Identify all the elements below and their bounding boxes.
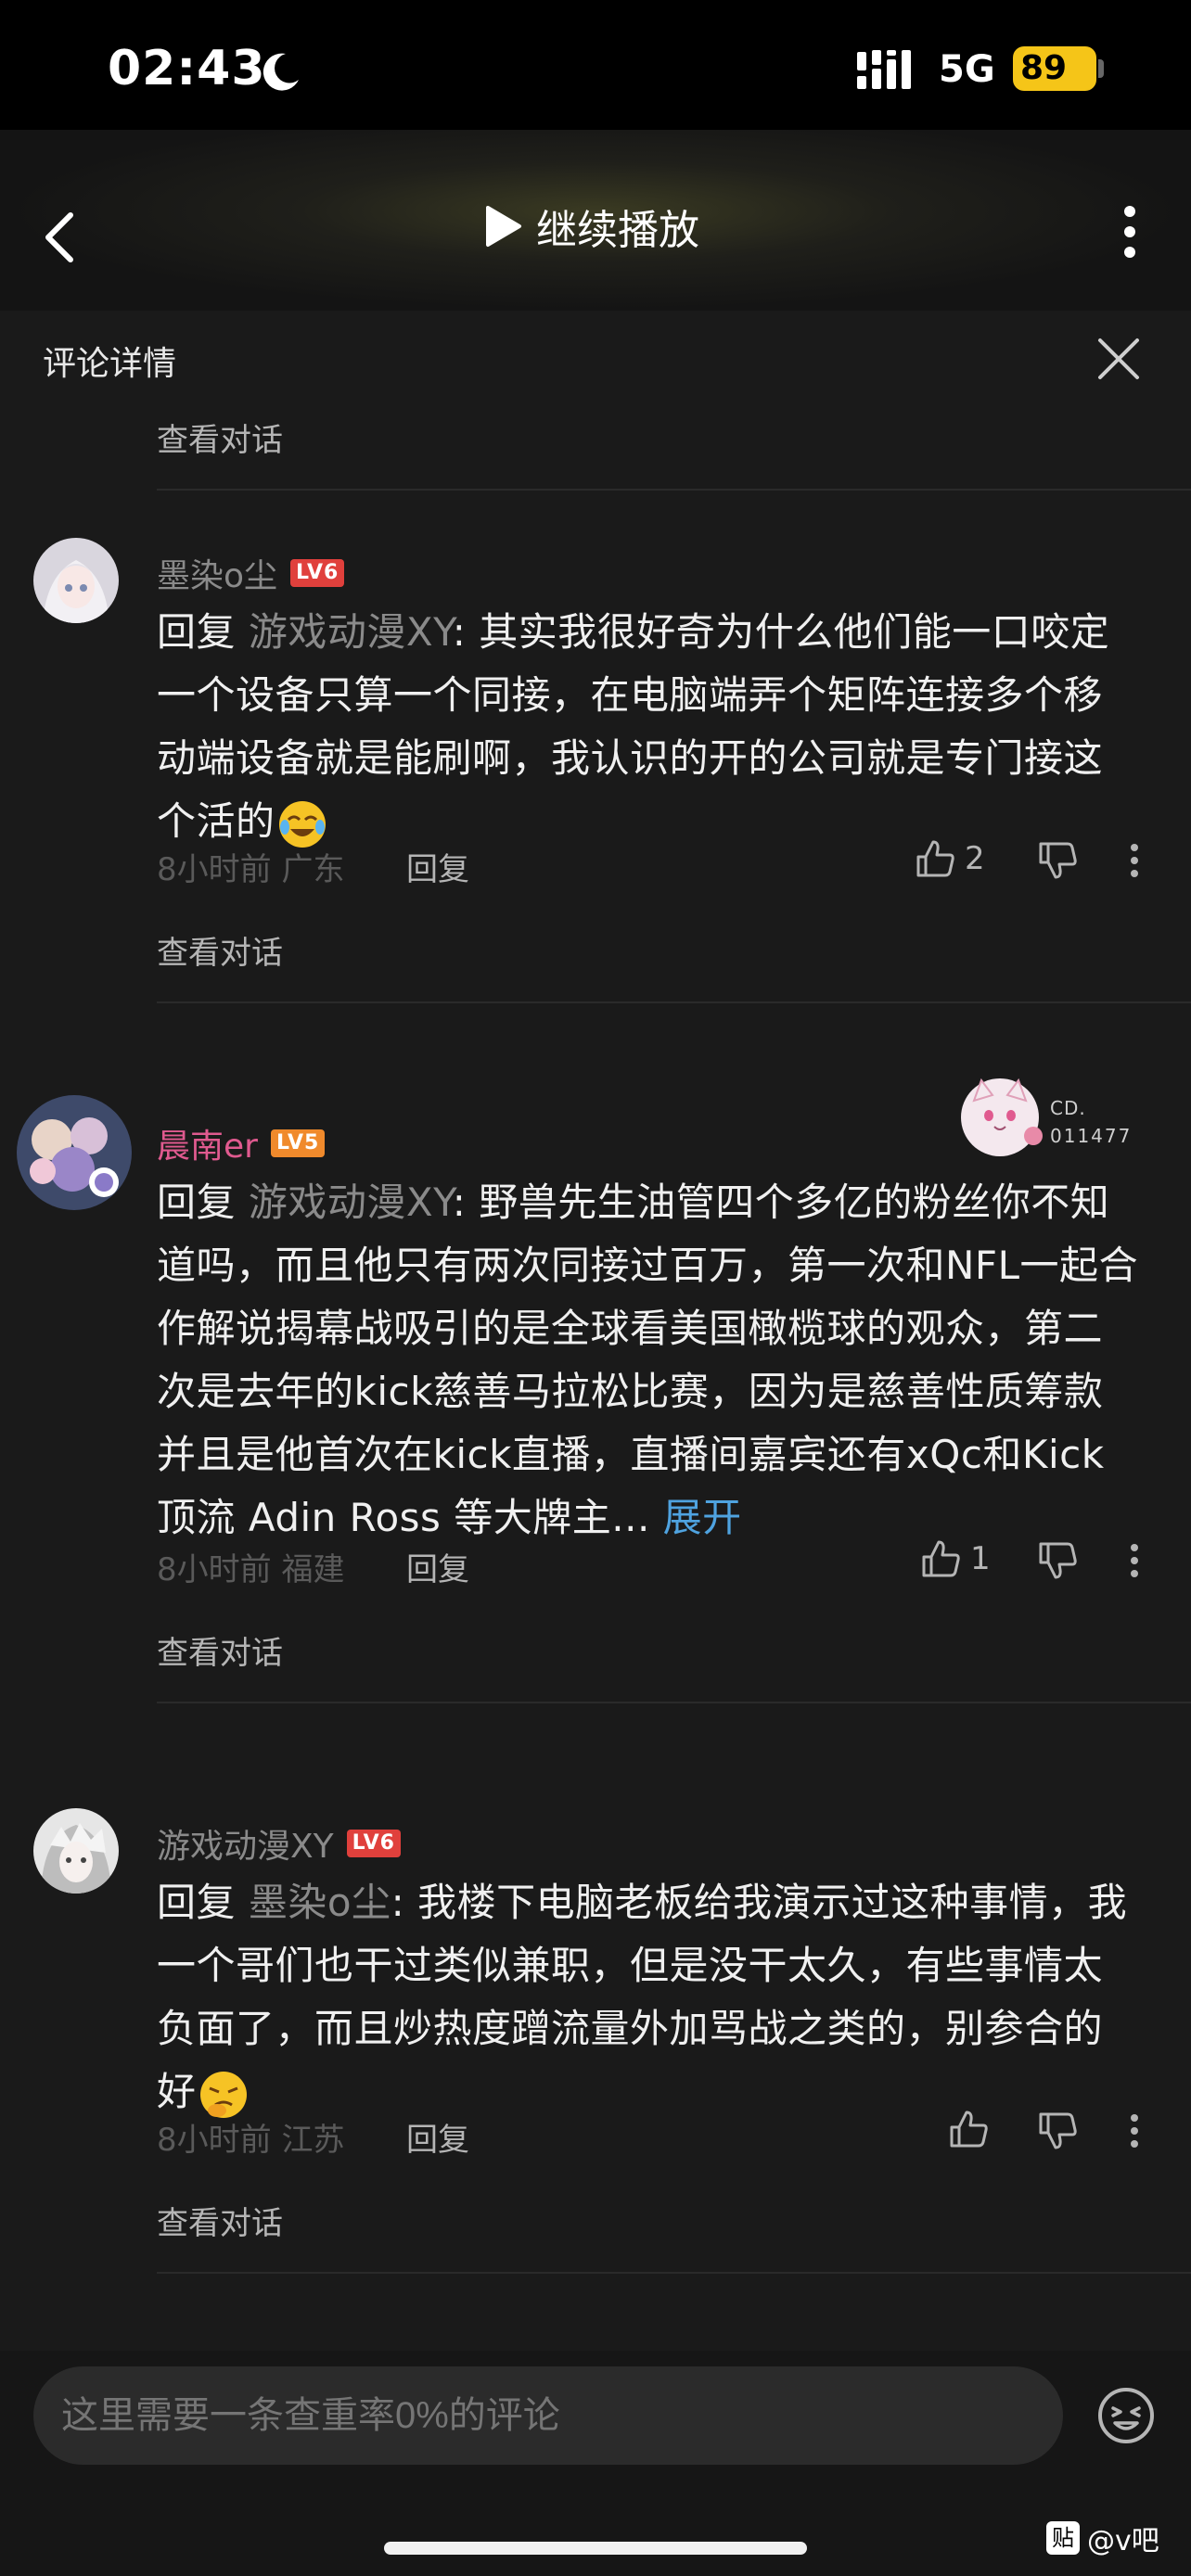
avatar-image	[17, 1095, 132, 1210]
divider	[157, 489, 1191, 491]
badge-number: 011477	[1050, 1125, 1133, 1147]
thumbs-up-icon	[916, 840, 954, 877]
like-button[interactable]	[948, 2109, 998, 2149]
network-type: 5G	[939, 48, 995, 91]
mention-link[interactable]: 墨染o尘	[249, 1880, 391, 1925]
comment-body: 回复 游戏动漫XY: 野兽先生油管四个多亿的粉丝你不知道吗，而且他只有两次同接过…	[157, 1171, 1140, 1549]
emoji-picker-icon[interactable]	[1096, 2386, 1156, 2445]
comment-input[interactable]	[33, 2366, 1063, 2465]
panel-header: 评论详情	[0, 311, 1191, 403]
comment-time: 8小时前	[157, 2122, 272, 2159]
comment-username[interactable]: 晨南er LV5	[157, 1119, 326, 1167]
reply-prefix: 回复	[157, 1880, 249, 1925]
back-icon[interactable]	[37, 204, 82, 271]
reply-prefix: 回复	[157, 609, 249, 655]
status-time: 02:43	[108, 41, 266, 96]
avatar-image	[33, 538, 119, 623]
comment-more-icon[interactable]	[1122, 1542, 1146, 1579]
level-badge: LV6	[346, 1830, 401, 1857]
thumbs-down-icon[interactable]	[1037, 1540, 1078, 1581]
watermark: 贴 @v吧	[1046, 2518, 1159, 2558]
level-badge: LV6	[290, 559, 345, 587]
expand-link[interactable]: 展开	[663, 1495, 742, 1540]
close-icon[interactable]	[1095, 335, 1143, 383]
comment-username[interactable]: 游戏动漫XY LV6	[157, 1819, 401, 1868]
continue-play-label: 继续播放	[536, 207, 699, 254]
like-count: 1	[970, 1540, 991, 1577]
more-options-icon[interactable]	[1109, 198, 1150, 265]
comment-detail-panel: 评论详情 查看对话 墨染o尘 LV6 回复 游戏动漫XY: 其实我很好奇为什么他…	[0, 311, 1191, 2351]
avatar-image	[33, 1808, 119, 1894]
comment-time: 8小时前	[157, 851, 272, 888]
watermark-text: @v吧	[1087, 2525, 1159, 2557]
level-badge: LV5	[270, 1129, 326, 1157]
view-dialog-link[interactable]: 查看对话	[157, 414, 283, 460]
moon-icon	[263, 53, 299, 91]
battery-tip	[1098, 59, 1104, 78]
view-dialog-link[interactable]: 查看对话	[157, 1627, 283, 1673]
username-text: 晨南er	[157, 1128, 258, 1166]
battery-level: 89	[1020, 49, 1068, 87]
view-dialog-link[interactable]: 查看对话	[157, 2198, 283, 2243]
comment-meta: 8小时前 江苏	[157, 2114, 344, 2160]
comment-body: 回复 墨染o尘: 我楼下电脑老板给我演示过这种事情，我一个哥们也干过类似兼职，但…	[157, 1871, 1140, 2123]
divider	[157, 1702, 1191, 1703]
status-bar: 02:43 5G 89	[0, 0, 1191, 130]
comment-text: : 野兽先生油管四个多亿的粉丝你不知道吗，而且他只有两次同接过百万，第一次和NF…	[157, 1180, 1138, 1540]
comment-username[interactable]: 墨染o尘 LV6	[157, 549, 345, 597]
battery-indicator: 89	[1013, 46, 1096, 91]
continue-play-button[interactable]: 继续播放	[482, 197, 699, 256]
like-button[interactable]: 2	[915, 838, 985, 879]
comment-more-icon[interactable]	[1122, 842, 1146, 879]
mention-link[interactable]: 游戏动漫XY	[249, 1180, 453, 1225]
thumbs-down-icon[interactable]	[1037, 2111, 1078, 2151]
divider	[157, 2272, 1191, 2274]
badge-label: CD.	[1050, 1097, 1086, 1119]
panel-title: 评论详情	[43, 345, 177, 383]
view-dialog-link[interactable]: 查看对话	[157, 927, 283, 973]
comment-input-bar: 贴 @v吧	[0, 2351, 1191, 2576]
fan-badge: CD. 011477	[957, 1073, 1143, 1166]
like-button[interactable]: 1	[920, 1538, 991, 1579]
avatar[interactable]	[15, 1093, 134, 1212]
comment-location: 江苏	[281, 2122, 345, 2159]
username-text: 游戏动漫XY	[157, 1828, 334, 1866]
thinking-emoji-icon	[199, 2071, 247, 2118]
username-text: 墨染o尘	[157, 557, 278, 595]
comment-location: 福建	[281, 1551, 345, 1588]
thumbs-up-icon	[922, 1540, 960, 1577]
reply-button[interactable]: 回复	[406, 844, 469, 889]
avatar[interactable]	[33, 538, 119, 623]
like-count: 2	[965, 840, 985, 877]
reply-prefix: 回复	[157, 1180, 249, 1225]
home-indicator	[384, 2542, 807, 2555]
comment-meta: 8小时前 广东	[157, 844, 344, 889]
thumbs-down-icon[interactable]	[1037, 840, 1078, 881]
avatar[interactable]	[33, 1808, 119, 1894]
video-top-bar: 继续播放	[0, 130, 1191, 311]
comment-time: 8小时前	[157, 1551, 272, 1588]
mention-link[interactable]: 游戏动漫XY	[249, 609, 453, 655]
comment-more-icon[interactable]	[1122, 2112, 1146, 2149]
reply-button[interactable]: 回复	[406, 1544, 469, 1589]
tieba-logo: 贴	[1046, 2521, 1080, 2555]
laugh-cry-emoji-icon	[278, 800, 326, 848]
comment-meta: 8小时前 福建	[157, 1544, 344, 1589]
divider	[157, 1001, 1191, 1003]
signal-icon	[857, 50, 911, 89]
comment-body: 回复 游戏动漫XY: 其实我很好奇为什么他们能一口咬定一个设备只算一个同接，在电…	[157, 601, 1140, 853]
play-icon	[486, 206, 521, 247]
comment-location: 广东	[281, 851, 345, 888]
cat-badge-icon	[961, 1078, 1043, 1156]
thumbs-up-icon	[950, 2111, 988, 2148]
reply-button[interactable]: 回复	[406, 2114, 469, 2160]
